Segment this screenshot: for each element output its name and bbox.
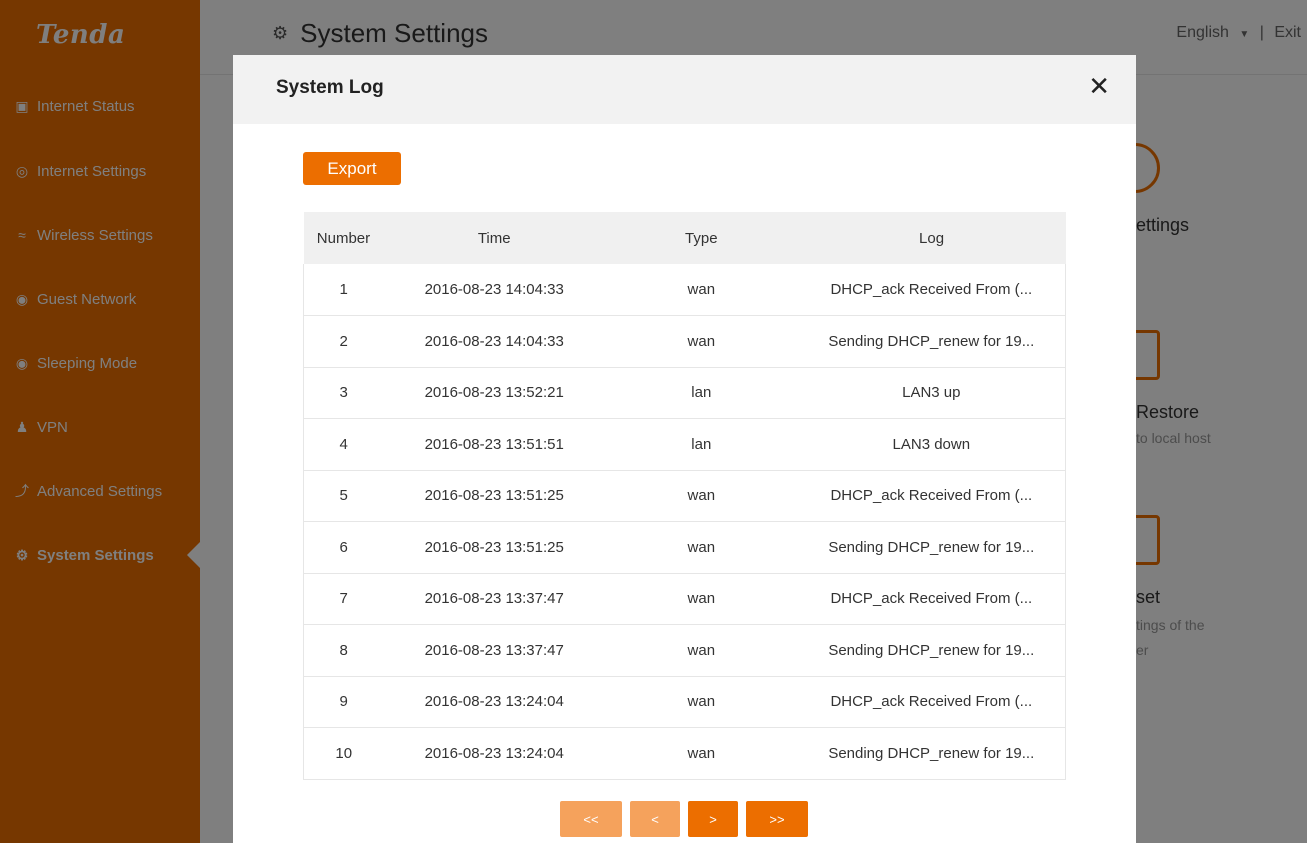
cell-number: 3 [303,367,384,419]
cell-time: 2016-08-23 13:37:47 [383,624,605,677]
cell-time: 2016-08-23 13:52:21 [383,367,605,419]
cell-time: 2016-08-23 13:24:04 [383,676,605,728]
cell-log: Sending DHCP_renew for 19... [797,521,1066,574]
cell-type: wan [605,315,798,368]
cell-time: 2016-08-23 13:51:25 [383,521,605,574]
cell-type: wan [605,470,798,522]
table-row: 8 2016-08-23 13:37:47 wan Sending DHCP_rene… [303,624,1066,677]
table-row: 5 2016-08-23 13:51:25 wan DHCP_ack Received… [303,470,1066,522]
cell-log: Sending DHCP_renew for 19... [797,624,1066,677]
cell-log: Sending DHCP_renew for 19... [797,315,1066,368]
dialog-title: System Log [276,77,384,98]
log-table-body: 1 2016-08-23 14:04:33 wan DHCP_ack Received… [303,264,1066,780]
cell-number: 9 [303,676,384,728]
pagination: << < > >> [560,801,816,837]
cell-number: 4 [303,418,384,471]
table-row: 4 2016-08-23 13:51:51 lan LAN3 down [303,418,1066,471]
cell-type: wan [605,727,798,780]
table-row: 1 2016-08-23 14:04:33 wan DHCP_ack Received… [303,264,1066,316]
dialog-header: System Log ✕ [233,55,1136,124]
cell-log: DHCP_ack Received From (... [797,676,1066,728]
cell-time: 2016-08-23 13:37:47 [383,573,605,625]
cell-number: 8 [303,624,384,677]
log-table: Number Time Type Log 1 2016-08-23 14:04:3… [303,212,1066,780]
cell-time: 2016-08-23 13:51:51 [383,418,605,471]
column-header-time: Time [383,212,605,264]
cell-type: wan [605,264,798,316]
close-icon[interactable]: ✕ [1088,73,1110,99]
table-header-row: Number Time Type Log [303,212,1066,264]
cell-time: 2016-08-23 14:04:33 [383,315,605,368]
cell-log: DHCP_ack Received From (... [797,264,1066,316]
export-button[interactable]: Export [303,152,401,185]
cell-log: DHCP_ack Received From (... [797,470,1066,522]
table-row: 9 2016-08-23 13:24:04 wan DHCP_ack Received… [303,676,1066,728]
table-row: 3 2016-08-23 13:52:21 lan LAN3 up [303,367,1066,419]
cell-log: DHCP_ack Received From (... [797,573,1066,625]
first-page-button[interactable]: << [560,801,622,837]
column-header-log: Log [797,212,1066,264]
table-row: 2 2016-08-23 14:04:33 wan Sending DHCP_rene… [303,315,1066,368]
next-page-button[interactable]: > [688,801,738,837]
cell-time: 2016-08-23 14:04:33 [383,264,605,316]
cell-number: 10 [303,727,384,780]
column-header-type: Type [605,212,798,264]
cell-number: 6 [303,521,384,574]
cell-type: wan [605,676,798,728]
cell-number: 5 [303,470,384,522]
cell-type: wan [605,573,798,625]
table-row: 7 2016-08-23 13:37:47 wan DHCP_ack Received… [303,573,1066,625]
cell-number: 7 [303,573,384,625]
cell-log: Sending DHCP_renew for 19... [797,727,1066,780]
cell-time: 2016-08-23 13:24:04 [383,727,605,780]
system-log-dialog: System Log ✕ Export Number Time Type Log… [233,55,1136,843]
last-page-button[interactable]: >> [746,801,808,837]
cell-type: wan [605,624,798,677]
cell-number: 2 [303,315,384,368]
cell-log: LAN3 down [797,418,1066,471]
table-row: 10 2016-08-23 13:24:04 wan Sending DHCP_ren… [303,727,1066,780]
prev-page-button[interactable]: < [630,801,680,837]
cell-log: LAN3 up [797,367,1066,419]
cell-number: 1 [303,264,384,316]
cell-type: lan [605,367,798,419]
table-row: 6 2016-08-23 13:51:25 wan Sending DHCP_rene… [303,521,1066,574]
cell-type: lan [605,418,798,471]
cell-time: 2016-08-23 13:51:25 [383,470,605,522]
cell-type: wan [605,521,798,574]
column-header-number: Number [303,212,384,264]
